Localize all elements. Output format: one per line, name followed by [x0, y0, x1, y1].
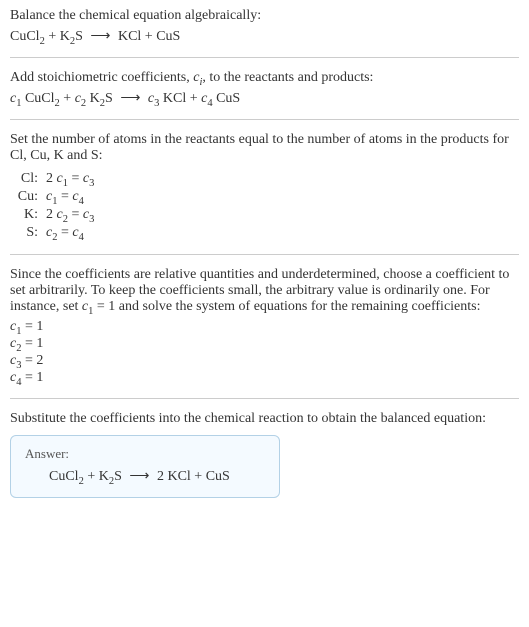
section-solve-coefficients: Since the coefficients are relative quan… — [10, 254, 519, 386]
section-balance-prompt: Balance the chemical equation algebraica… — [10, 8, 519, 45]
coefficient-equation: c1 CuCl2 + c2 K2S ⟶ c3 KCl + c4 CuS — [10, 90, 519, 107]
section-title: Substitute the coefficients into the che… — [10, 411, 519, 427]
element-equation: 2 c1 = c3 — [46, 170, 100, 188]
element-equation: c2 = c4 — [46, 224, 100, 242]
section-title: Set the number of atoms in the reactants… — [10, 132, 519, 164]
coefficient-value: c3 = 2 — [10, 353, 519, 369]
section-atom-equations: Set the number of atoms in the reactants… — [10, 119, 519, 242]
element-equation: c1 = c4 — [46, 188, 100, 206]
element-label: Cu: — [10, 188, 46, 206]
coefficient-value: c4 = 1 — [10, 370, 519, 386]
coefficient-value: c2 = 1 — [10, 336, 519, 352]
table-row: Cl: 2 c1 = c3 — [10, 170, 100, 188]
atom-balance-table: Cl: 2 c1 = c3 Cu: c1 = c4 K: 2 c2 = c3 S… — [10, 170, 100, 242]
section-title: Balance the chemical equation algebraica… — [10, 8, 519, 24]
answer-label: Answer: — [25, 446, 265, 462]
coefficient-value: c1 = 1 — [10, 319, 519, 335]
section-title: Since the coefficients are relative quan… — [10, 267, 519, 315]
section-title: Add stoichiometric coefficients, ci, to … — [10, 70, 519, 86]
section-add-coefficients: Add stoichiometric coefficients, ci, to … — [10, 57, 519, 107]
element-equation: 2 c2 = c3 — [46, 206, 100, 224]
unbalanced-equation: CuCl2 + K2S ⟶ KCl + CuS — [10, 28, 519, 45]
element-label: S: — [10, 224, 46, 242]
table-row: S: c2 = c4 — [10, 224, 100, 242]
coefficient-solutions: c1 = 1 c2 = 1 c3 = 2 c4 = 1 — [10, 319, 519, 386]
element-label: Cl: — [10, 170, 46, 188]
answer-box: Answer: CuCl2 + K2S ⟶ 2 KCl + CuS — [10, 435, 280, 498]
element-label: K: — [10, 206, 46, 224]
balanced-equation: CuCl2 + K2S ⟶ 2 KCl + CuS — [25, 468, 265, 485]
section-substitute: Substitute the coefficients into the che… — [10, 398, 519, 498]
table-row: K: 2 c2 = c3 — [10, 206, 100, 224]
table-row: Cu: c1 = c4 — [10, 188, 100, 206]
